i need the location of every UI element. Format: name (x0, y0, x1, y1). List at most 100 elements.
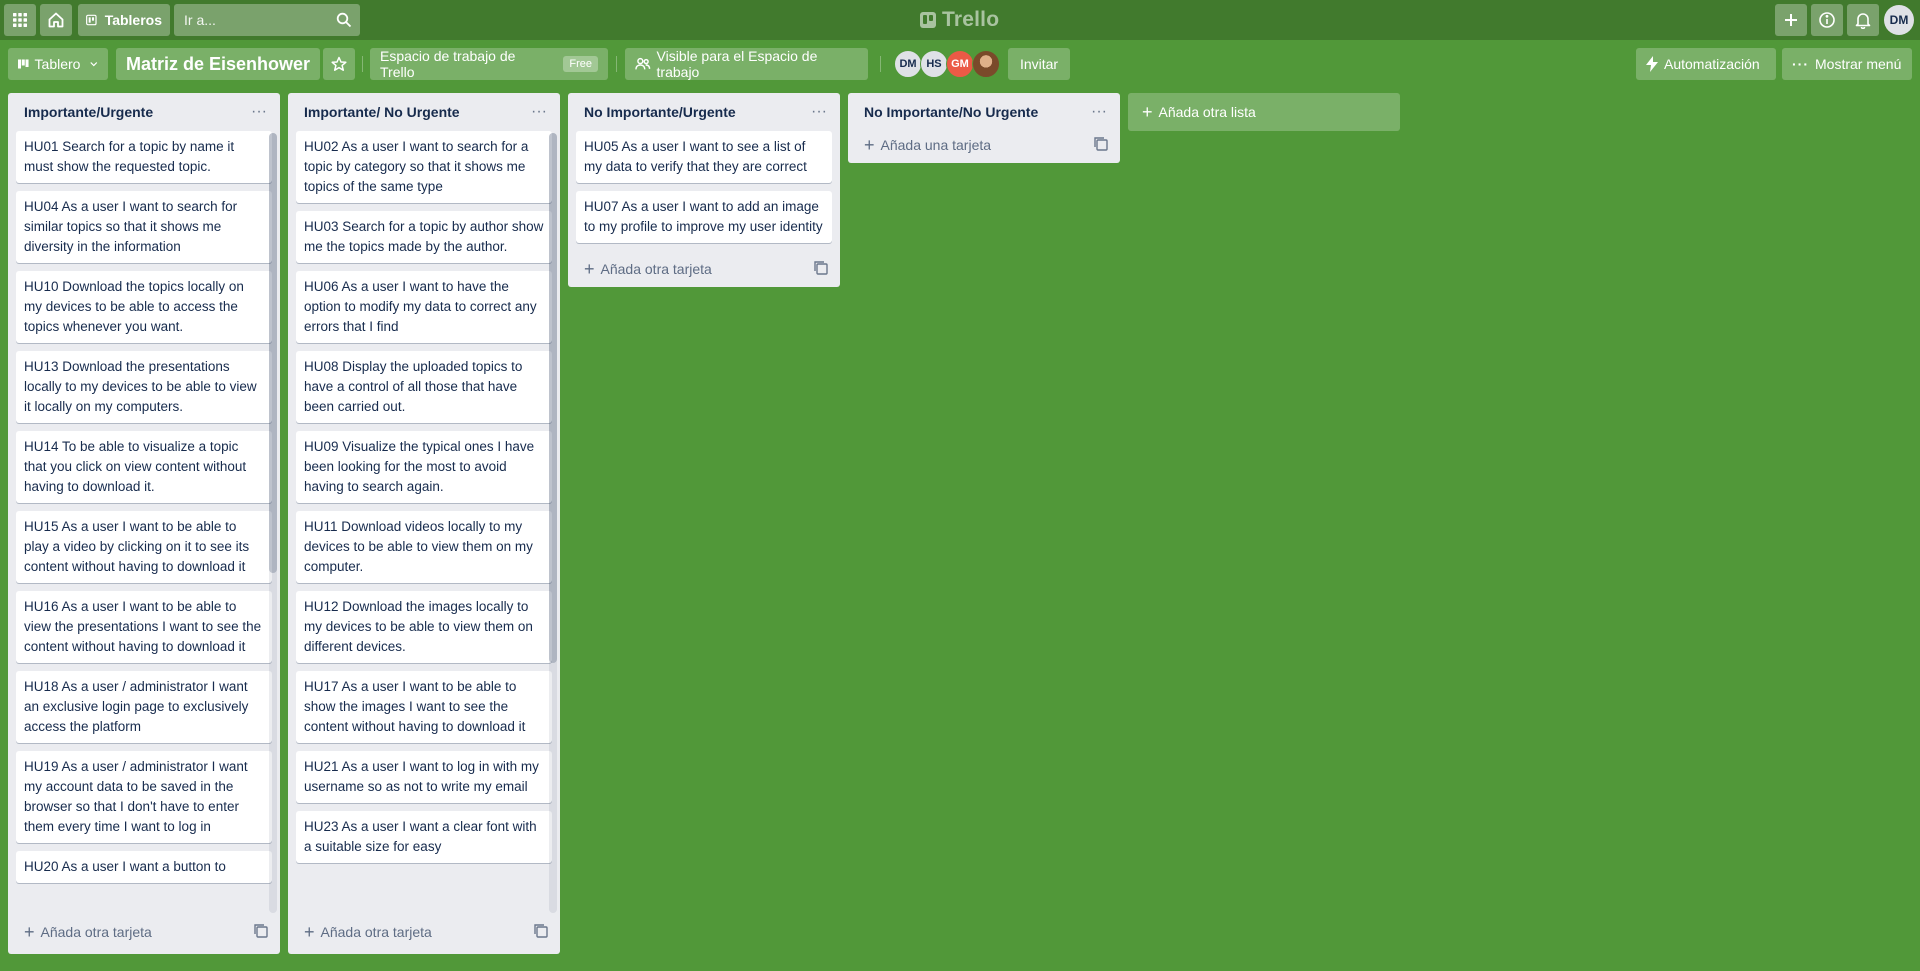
add-list-button[interactable]: + Añada otra lista (1128, 93, 1400, 131)
list-menu-icon[interactable]: ··· (248, 101, 270, 123)
search-input[interactable] (182, 11, 336, 29)
bell-icon (1855, 13, 1871, 29)
card[interactable]: HU15 As a user I want to be able to play… (16, 511, 272, 583)
add-list-label: Añada otra lista (1158, 104, 1256, 120)
plus-icon: + (304, 922, 315, 942)
search-icon[interactable] (336, 12, 352, 28)
card[interactable]: HU18 As a user / administrator I want an… (16, 671, 272, 743)
board-view-icon (18, 59, 29, 69)
board-view-label: Tablero (34, 56, 81, 72)
add-card-label: Añada una tarjeta (880, 137, 992, 153)
card[interactable]: HU03 Search for a topic by author show m… (296, 211, 552, 263)
card[interactable]: HU08 Display the uploaded topics to have… (296, 351, 552, 423)
top-header: Tableros Trello DM (0, 0, 1920, 40)
search-box[interactable] (174, 4, 360, 36)
card-list: HU05 As a user I want to see a list of m… (568, 131, 840, 243)
card[interactable]: HU06 As a user I want to have the option… (296, 271, 552, 343)
boards-button[interactable]: Tableros (78, 4, 170, 36)
card-template-icon[interactable] (534, 924, 548, 938)
list-title[interactable]: Importante/Urgente (24, 104, 153, 120)
card[interactable]: HU01 Search for a topic by name it must … (16, 131, 272, 183)
list-header[interactable]: No Importante/Urgente ··· (568, 93, 840, 131)
list-title[interactable]: No Importante/No Urgente (864, 104, 1038, 120)
add-card-label: Añada otra tarjeta (600, 261, 712, 277)
board-header: Tablero Matriz de Eisenhower Espacio de … (0, 48, 1920, 80)
list-scrollbar-thumb[interactable] (269, 133, 277, 573)
plus-icon: + (584, 259, 595, 279)
member-avatar[interactable]: DM (894, 50, 922, 78)
create-button[interactable] (1775, 4, 1807, 36)
card[interactable]: HU21 As a user I want to log in with my … (296, 751, 552, 803)
home-icon (48, 12, 64, 28)
list-menu-icon[interactable]: ··· (808, 101, 830, 123)
plus-icon: + (24, 922, 35, 942)
list-importante-no-urgente: Importante/ No Urgente ··· HU02 As a use… (288, 93, 560, 954)
card[interactable]: HU05 As a user I want to see a list of m… (576, 131, 832, 183)
list-no-importante-no-urgente: No Importante/No Urgente ··· + Añada una… (848, 93, 1120, 163)
board-icon (86, 14, 97, 26)
member-avatar-photo[interactable] (972, 50, 1000, 78)
list-scrollbar-thumb[interactable] (549, 133, 557, 663)
card[interactable]: HU04 As a user I want to search for simi… (16, 191, 272, 263)
automation-button[interactable]: Automatización (1636, 48, 1776, 80)
card[interactable]: HU11 Download videos locally to my devic… (296, 511, 552, 583)
card[interactable]: HU16 As a user I want to be able to view… (16, 591, 272, 663)
list-scrollbar[interactable] (549, 133, 557, 913)
visibility-button[interactable]: Visible para el Espacio de trabajo (625, 48, 868, 80)
card-list: HU01 Search for a topic by name it must … (8, 131, 280, 914)
add-card-button[interactable]: + Añada otra tarjeta (568, 251, 840, 287)
card[interactable]: HU12 Download the images locally to my d… (296, 591, 552, 663)
divider (362, 56, 363, 72)
list-header[interactable]: Importante/Urgente ··· (8, 93, 280, 131)
lightning-icon (1646, 56, 1658, 72)
list-menu-icon[interactable]: ··· (528, 101, 550, 123)
list-title[interactable]: No Importante/Urgente (584, 104, 736, 120)
list-menu-icon[interactable]: ··· (1088, 101, 1110, 123)
card[interactable]: HU23 As a user I want a clear font with … (296, 811, 552, 863)
card[interactable]: HU17 As a user I want to be able to show… (296, 671, 552, 743)
member-avatar[interactable]: GM (946, 50, 974, 78)
apps-grid-icon[interactable] (4, 4, 36, 36)
card[interactable]: HU19 As a user / administrator I want my… (16, 751, 272, 843)
card[interactable]: HU20 As a user I want a button to (16, 851, 272, 883)
card-template-icon[interactable] (814, 261, 828, 275)
plus-icon (1785, 14, 1797, 26)
notifications-button[interactable] (1847, 4, 1879, 36)
card-template-icon[interactable] (1094, 137, 1108, 151)
info-button[interactable] (1811, 4, 1843, 36)
member-avatar[interactable]: HS (920, 50, 948, 78)
show-menu-button[interactable]: ··· Mostrar menú (1782, 48, 1912, 80)
card[interactable]: HU09 Visualize the typical ones I have b… (296, 431, 552, 503)
user-avatar[interactable]: DM (1884, 5, 1914, 35)
invite-button[interactable]: Invitar (1008, 48, 1070, 80)
add-card-label: Añada otra tarjeta (320, 924, 432, 940)
card[interactable]: HU07 As a user I want to add an image to… (576, 191, 832, 243)
add-card-button[interactable]: + Añada otra tarjeta (288, 914, 560, 950)
list-title[interactable]: Importante/ No Urgente (304, 104, 460, 120)
star-icon (331, 56, 347, 71)
show-menu-label: Mostrar menú (1815, 56, 1902, 72)
workspace-visibility-icon (635, 57, 651, 70)
card-template-icon[interactable] (254, 924, 268, 938)
add-card-button[interactable]: + Añada una tarjeta (848, 127, 1120, 163)
home-button[interactable] (40, 4, 72, 36)
add-card-button[interactable]: + Añada otra tarjeta (8, 914, 280, 950)
chevron-down-icon (90, 62, 98, 67)
plus-icon: + (864, 135, 875, 155)
card[interactable]: HU13 Download the presentations locally … (16, 351, 272, 423)
card[interactable]: HU10 Download the topics locally on my d… (16, 271, 272, 343)
board-title[interactable]: Matriz de Eisenhower (116, 48, 321, 80)
trello-logo[interactable]: Trello (920, 8, 999, 32)
divider (880, 56, 881, 72)
star-button[interactable] (323, 48, 355, 80)
card[interactable]: HU02 As a user I want to search for a to… (296, 131, 552, 203)
list-scrollbar[interactable] (269, 133, 277, 913)
board-view-switcher[interactable]: Tablero (8, 48, 108, 80)
info-icon (1819, 12, 1835, 28)
add-card-label: Añada otra tarjeta (40, 924, 152, 940)
card[interactable]: HU14 To be able to visualize a topic tha… (16, 431, 272, 503)
list-header[interactable]: Importante/ No Urgente ··· (288, 93, 560, 131)
automation-label: Automatización (1664, 56, 1760, 72)
workspace-button[interactable]: Espacio de trabajo de Trello Free (370, 48, 608, 80)
list-header[interactable]: No Importante/No Urgente ··· (848, 93, 1120, 131)
